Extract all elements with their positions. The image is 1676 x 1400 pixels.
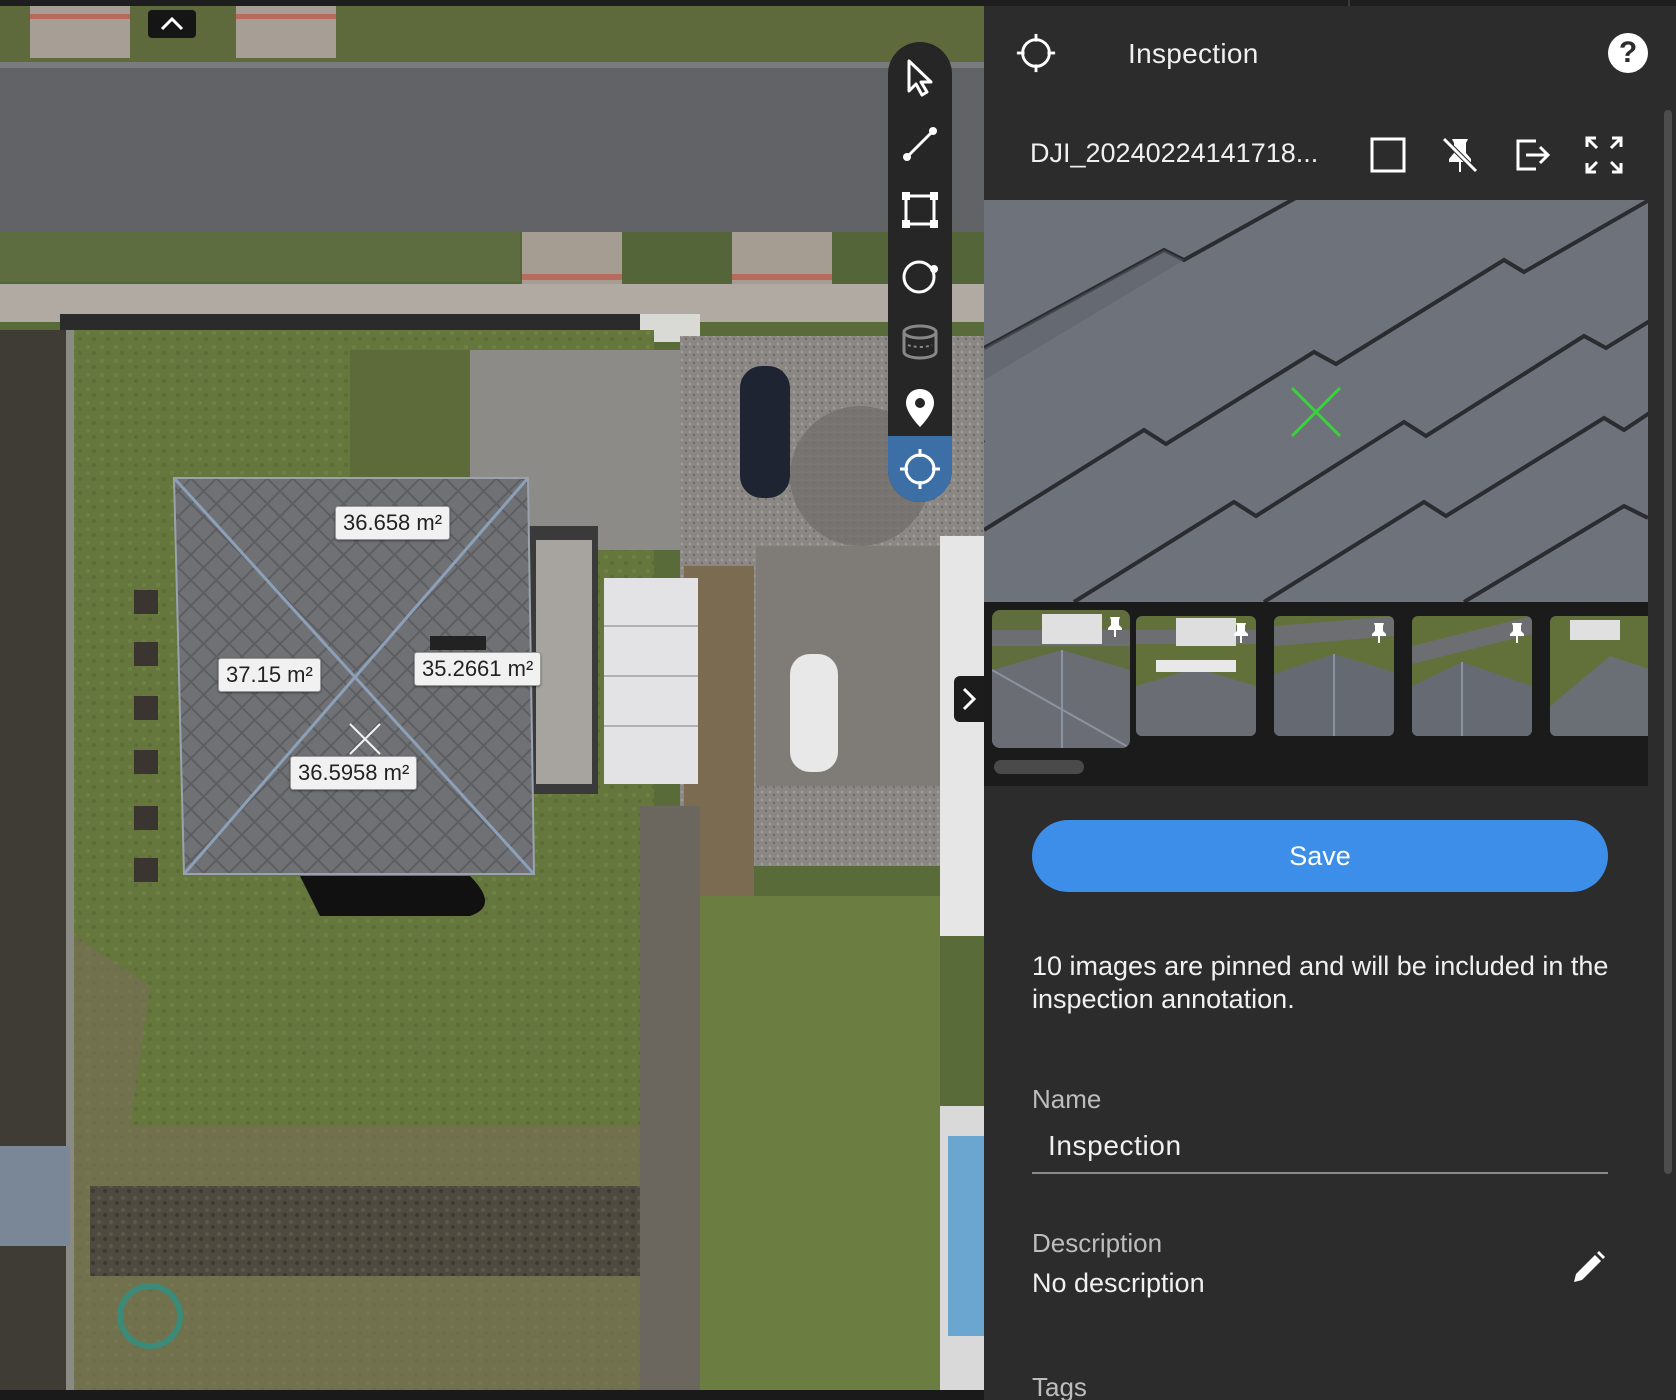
thumbnail-5[interactable] — [1550, 616, 1648, 736]
cursor-arrow-icon — [907, 59, 933, 97]
measure-toolbar — [888, 42, 952, 502]
area-label-top: 36.658 m² — [335, 506, 451, 540]
crosshair-icon — [1016, 33, 1056, 73]
polygon-area-icon — [902, 192, 938, 228]
top-strip-divider — [1348, 0, 1350, 6]
select-tool-button[interactable] — [892, 50, 948, 106]
inspection-image-viewer[interactable] — [984, 200, 1648, 602]
description-label: Description — [1032, 1228, 1163, 1258]
select-square-button[interactable] — [1364, 131, 1412, 179]
volume-cylinder-icon — [902, 324, 938, 360]
export-icon — [1516, 139, 1551, 171]
thumbnail-scrollbar[interactable] — [994, 760, 1084, 774]
thumbnail-4[interactable] — [1412, 616, 1532, 736]
name-label: Name — [1032, 1084, 1102, 1114]
line-tool-button[interactable] — [892, 116, 948, 172]
volume-tool-button[interactable] — [892, 314, 948, 370]
crosshair-icon — [900, 449, 940, 489]
pin-icon — [1510, 623, 1524, 643]
help-button[interactable]: ? — [1608, 33, 1648, 73]
unpin-icon — [1442, 137, 1478, 173]
fullscreen-icon — [1585, 136, 1623, 174]
chevron-up-icon — [160, 16, 184, 31]
pin-icon — [1234, 623, 1248, 643]
area-tool-button[interactable] — [892, 182, 948, 238]
thumbnail-image — [1550, 616, 1648, 736]
edit-description-button[interactable] — [1564, 1244, 1612, 1292]
thumbnail-2[interactable] — [1136, 616, 1256, 736]
circle-measure-icon — [902, 260, 938, 294]
top-strip — [0, 0, 1676, 6]
image-toolbar: DJI_20240224141718... — [984, 110, 1648, 200]
location-pin-icon — [906, 389, 934, 427]
area-label-left: 37.15 m² — [218, 658, 321, 692]
fullscreen-button[interactable] — [1580, 131, 1628, 179]
save-button[interactable]: Save — [1032, 820, 1608, 892]
pencil-icon — [1574, 1251, 1605, 1282]
area-label-right: 35.2661 m² — [414, 652, 542, 686]
inspection-panel: Inspection ? DJI_20240224141718... Save … — [984, 6, 1676, 1400]
panel-title: Inspection — [1128, 38, 1259, 69]
line-measure-icon — [903, 127, 937, 161]
collapse-top-button[interactable] — [148, 10, 196, 38]
aerial-orthophoto — [0, 6, 984, 1390]
marker-tool-button[interactable] — [892, 380, 948, 436]
expand-panel-button[interactable] — [954, 676, 984, 722]
help-icon: ? — [1618, 36, 1638, 69]
map-view[interactable]: 36.658 m² 37.15 m² 35.2661 m² 36.5958 m² — [0, 6, 984, 1390]
area-label-bottom: 36.5958 m² — [290, 756, 418, 790]
unpin-button[interactable] — [1436, 131, 1484, 179]
inspection-tool-button[interactable] — [888, 436, 952, 502]
image-filename: DJI_20240224141718... — [1030, 138, 1319, 168]
panel-scrollbar[interactable] — [1664, 110, 1672, 1174]
pin-icon — [1646, 622, 1648, 644]
thumbnail-strip — [984, 602, 1648, 786]
select-square-icon — [1370, 137, 1406, 173]
pin-icon — [1372, 623, 1386, 643]
pinned-info-text: 10 images are pinned and will be include… — [1032, 951, 1609, 1014]
thumbnail-1[interactable] — [992, 610, 1130, 748]
panel-header: Inspection ? — [984, 6, 1676, 110]
pin-icon — [1108, 617, 1122, 637]
name-input[interactable] — [1032, 1120, 1608, 1174]
circle-tool-button[interactable] — [892, 248, 948, 304]
roof-closeup-image — [984, 200, 1648, 602]
export-button[interactable] — [1508, 131, 1556, 179]
tags-label: Tags — [1032, 1372, 1087, 1400]
chevron-right-icon — [962, 687, 977, 711]
description-value: No description — [1032, 1268, 1205, 1298]
inspection-header-icon — [1014, 31, 1058, 75]
thumbnail-3[interactable] — [1274, 616, 1394, 736]
